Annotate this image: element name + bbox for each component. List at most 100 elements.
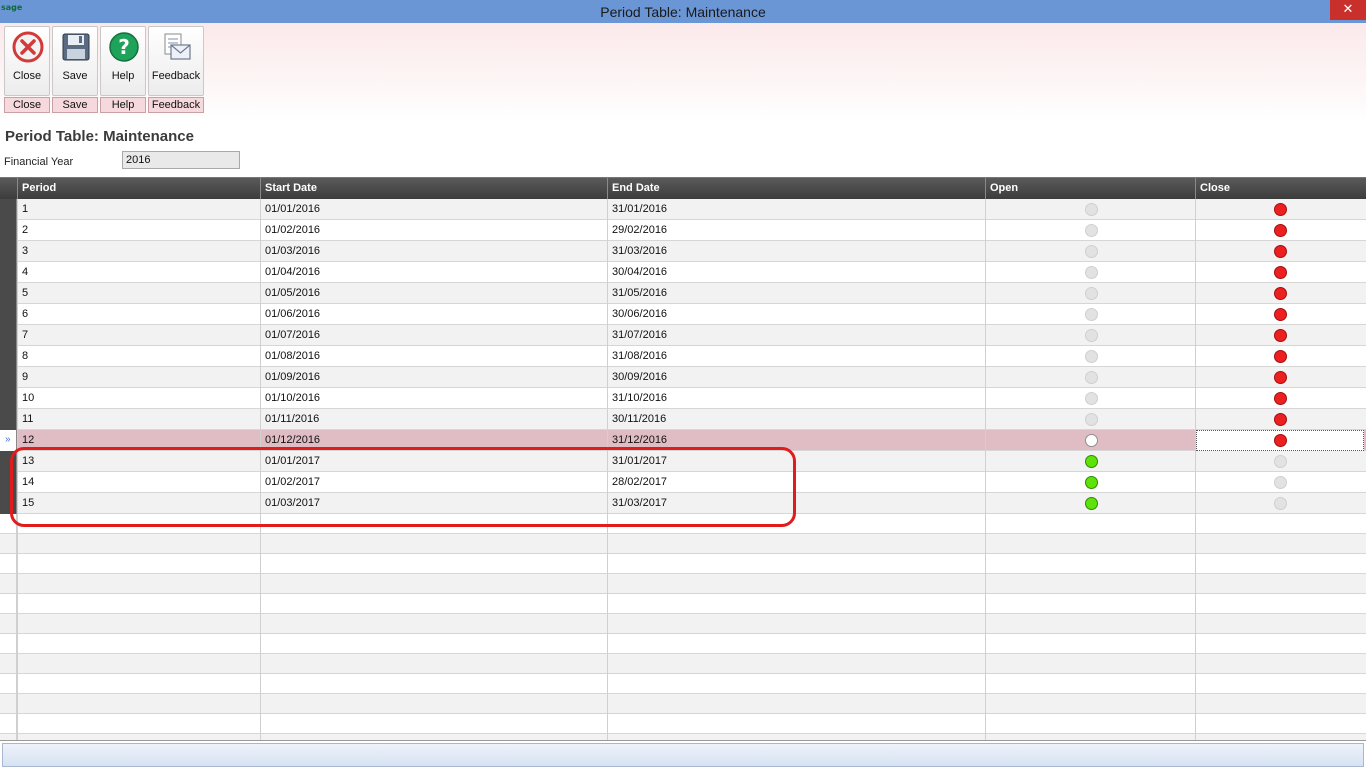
cell-start[interactable]: 01/10/2016 [260,388,607,409]
close-status-icon[interactable] [1274,308,1287,321]
close-status-icon[interactable] [1274,392,1287,405]
row-selector[interactable] [0,409,17,430]
window-close-button[interactable]: ✕ [1330,0,1366,20]
cell-period[interactable]: 10 [17,388,260,409]
cell-start[interactable]: 01/05/2016 [260,283,607,304]
close-status-icon[interactable] [1274,266,1287,279]
open-status-icon[interactable] [1085,308,1098,321]
cell-start[interactable]: 01/01/2017 [260,451,607,472]
cell-end[interactable]: 31/05/2016 [607,283,985,304]
cell-end[interactable]: 31/07/2016 [607,325,985,346]
cell-open[interactable] [985,409,1195,430]
cell-close[interactable] [1195,493,1366,514]
open-status-icon[interactable] [1085,266,1098,279]
open-status-icon[interactable] [1085,287,1098,300]
save-button[interactable]: Save [52,26,98,96]
table-row[interactable]: 8 01/08/2016 31/08/2016 [0,346,1366,367]
cell-period[interactable]: 15 [17,493,260,514]
table-row[interactable]: 14 01/02/2017 28/02/2017 [0,472,1366,493]
row-selector[interactable] [0,241,17,262]
close-status-icon[interactable] [1274,413,1287,426]
close-status-icon[interactable] [1274,434,1287,447]
open-status-icon[interactable] [1085,434,1098,447]
cell-end[interactable]: 30/11/2016 [607,409,985,430]
table-row[interactable]: 4 01/04/2016 30/04/2016 [0,262,1366,283]
row-selector[interactable] [0,388,17,409]
cell-period[interactable]: 13 [17,451,260,472]
table-row[interactable]: 10 01/10/2016 31/10/2016 [0,388,1366,409]
cell-end[interactable]: 30/09/2016 [607,367,985,388]
close-button[interactable]: Close [4,26,50,96]
cell-close[interactable] [1195,199,1366,220]
cell-end[interactable]: 31/03/2017 [607,493,985,514]
cell-end[interactable]: 31/12/2016 [607,430,985,451]
cell-start[interactable]: 01/09/2016 [260,367,607,388]
cell-period[interactable]: 5 [17,283,260,304]
table-row[interactable]: 6 01/06/2016 30/06/2016 [0,304,1366,325]
cell-period[interactable]: 6 [17,304,260,325]
cell-open[interactable] [985,451,1195,472]
cell-end[interactable]: 31/08/2016 [607,346,985,367]
cell-period[interactable]: 2 [17,220,260,241]
row-selector[interactable] [0,346,17,367]
cell-close[interactable] [1195,451,1366,472]
row-selector[interactable]: » [0,430,17,451]
table-row[interactable]: 13 01/01/2017 31/01/2017 [0,451,1366,472]
row-selector[interactable] [0,451,17,472]
table-row[interactable]: 5 01/05/2016 31/05/2016 [0,283,1366,304]
cell-start[interactable]: 01/11/2016 [260,409,607,430]
cell-period[interactable]: 1 [17,199,260,220]
cell-period[interactable]: 11 [17,409,260,430]
cell-close[interactable] [1195,346,1366,367]
close-status-icon[interactable] [1274,224,1287,237]
row-selector[interactable] [0,199,17,220]
cell-end[interactable]: 30/04/2016 [607,262,985,283]
cell-open[interactable] [985,304,1195,325]
table-row[interactable]: 7 01/07/2016 31/07/2016 [0,325,1366,346]
open-status-icon[interactable] [1085,224,1098,237]
close-status-icon[interactable] [1274,455,1287,468]
cell-period[interactable]: 3 [17,241,260,262]
cell-close[interactable] [1195,325,1366,346]
row-selector[interactable] [0,304,17,325]
cell-start[interactable]: 01/02/2016 [260,220,607,241]
cell-open[interactable] [985,220,1195,241]
cell-open[interactable] [985,367,1195,388]
table-row[interactable]: 15 01/03/2017 31/03/2017 [0,493,1366,514]
column-header-end-date[interactable]: End Date [607,178,985,199]
cell-close[interactable] [1195,430,1366,451]
cell-open[interactable] [985,241,1195,262]
column-header-open[interactable]: Open [985,178,1195,199]
cell-period[interactable]: 12 [17,430,260,451]
cell-close[interactable] [1195,388,1366,409]
open-status-icon[interactable] [1085,497,1098,510]
cell-start[interactable]: 01/01/2016 [260,199,607,220]
table-row[interactable]: 1 01/01/2016 31/01/2016 [0,199,1366,220]
table-row[interactable]: 2 01/02/2016 29/02/2016 [0,220,1366,241]
cell-start[interactable]: 01/07/2016 [260,325,607,346]
column-header-start-date[interactable]: Start Date [260,178,607,199]
open-status-icon[interactable] [1085,455,1098,468]
cell-end[interactable]: 31/03/2016 [607,241,985,262]
cell-start[interactable]: 01/03/2016 [260,241,607,262]
open-status-icon[interactable] [1085,476,1098,489]
cell-close[interactable] [1195,241,1366,262]
table-row[interactable]: 3 01/03/2016 31/03/2016 [0,241,1366,262]
open-status-icon[interactable] [1085,203,1098,216]
cell-period[interactable]: 8 [17,346,260,367]
table-row[interactable]: 9 01/09/2016 30/09/2016 [0,367,1366,388]
cell-end[interactable]: 30/06/2016 [607,304,985,325]
row-selector[interactable] [0,262,17,283]
column-header-period[interactable]: Period [17,178,260,199]
feedback-button[interactable]: Feedback [148,26,204,96]
cell-start[interactable]: 01/06/2016 [260,304,607,325]
cell-open[interactable] [985,493,1195,514]
cell-open[interactable] [985,430,1195,451]
close-status-icon[interactable] [1274,245,1287,258]
cell-start[interactable]: 01/03/2017 [260,493,607,514]
cell-open[interactable] [985,346,1195,367]
row-selector[interactable] [0,493,17,514]
open-status-icon[interactable] [1085,392,1098,405]
cell-start[interactable]: 01/12/2016 [260,430,607,451]
row-selector[interactable] [0,367,17,388]
